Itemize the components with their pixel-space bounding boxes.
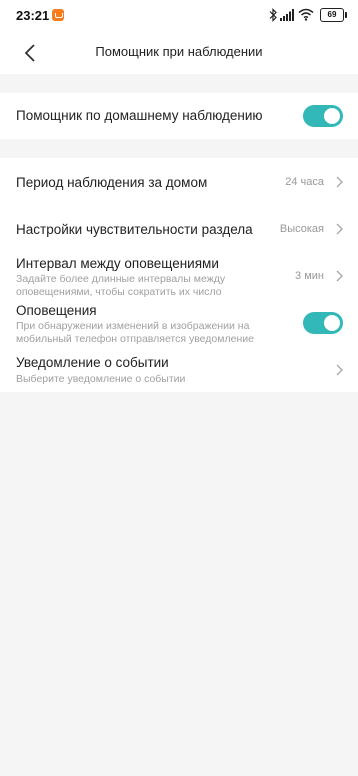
status-bar: 23:21 69: [0, 0, 358, 32]
signal-icon: [280, 9, 294, 21]
alerts-toggle[interactable]: [303, 312, 343, 334]
alert-interval-value: 3 мин: [295, 270, 324, 282]
status-time: 23:21: [16, 8, 50, 23]
home-assistant-card: Помощник по домашнему наблюдению: [0, 93, 358, 139]
page-title: Помощник при наблюдении: [95, 44, 263, 59]
monitoring-period-row[interactable]: Период наблюдения за домом 24 часа: [0, 158, 358, 204]
alert-interval-description: Задайте более длинные интервалы между оп…: [16, 273, 226, 298]
toggle-knob: [324, 108, 340, 124]
alerts-row[interactable]: Оповещения При обнаружении изменений в и…: [0, 301, 358, 347]
event-notification-description: Выберите уведомление о событии: [16, 373, 186, 385]
alerts-title: Оповещения: [16, 303, 97, 318]
chevron-right-icon: [336, 270, 343, 282]
alert-interval-title: Интервал между оповещениями: [16, 256, 219, 271]
chevron-right-icon: [336, 364, 343, 376]
home-assistant-toggle[interactable]: [303, 105, 343, 127]
alert-interval-row[interactable]: Интервал между оповещениями Задайте боле…: [0, 254, 358, 300]
home-assistant-label: Помощник по домашнему наблюдению: [16, 108, 263, 123]
sensitivity-row[interactable]: Настройки чувствительности раздела Высок…: [0, 206, 358, 252]
battery-icon: 69: [320, 8, 347, 22]
home-assistant-row[interactable]: Помощник по домашнему наблюдению: [0, 93, 358, 139]
sensitivity-value: Высокая: [279, 223, 324, 235]
header: Помощник при наблюдении: [0, 32, 358, 74]
chevron-right-icon: [336, 176, 343, 188]
monitoring-period-value: 24 часа: [285, 176, 324, 188]
screen: 23:21 69 Помощник при наблюдении Помощни…: [0, 0, 358, 776]
bluetooth-icon: [269, 8, 277, 22]
settings-card: Период наблюдения за домом 24 часа Настр…: [0, 158, 358, 392]
event-notification-title: Уведомление о событии: [16, 355, 169, 370]
alerts-description: При обнаружении изменений в изображении …: [16, 320, 254, 345]
toggle-knob: [324, 315, 340, 331]
monitoring-period-title: Период наблюдения за домом: [16, 175, 208, 190]
event-notification-row[interactable]: Уведомление о событии Выберите уведомлен…: [0, 348, 358, 392]
chevron-right-icon: [336, 223, 343, 235]
wifi-icon: [298, 8, 314, 21]
sensitivity-title: Настройки чувствительности раздела: [16, 222, 253, 237]
app-notification-icon: [52, 9, 64, 21]
